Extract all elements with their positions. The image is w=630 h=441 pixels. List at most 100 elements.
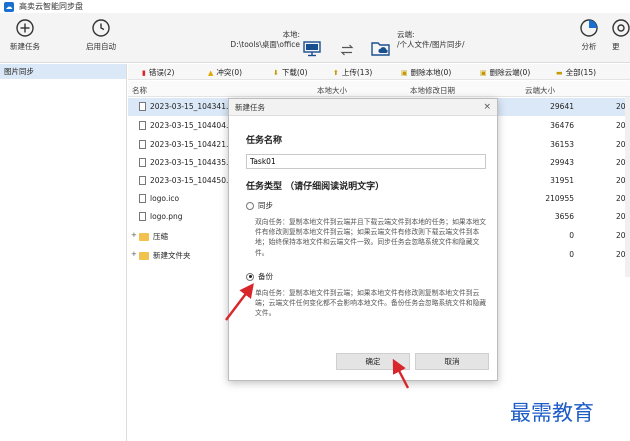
more-button[interactable]: 更 (612, 19, 630, 52)
filter-delete-local[interactable]: ▣ 删除本地(0) (401, 67, 451, 78)
row-name-text: logo.ico (150, 194, 180, 203)
filter-download-label: 下载(0) (281, 68, 308, 77)
column-header-local-date[interactable]: 本地修改日期 (410, 85, 455, 96)
file-icon (139, 121, 146, 130)
sync-description: 双向任务：复制本地文件到云端并且下载云端文件到本地的任务；如果本地文件有修改则复… (255, 218, 487, 257)
row-name: 2023-03-15_104421.p (139, 140, 233, 149)
folder-icon (139, 251, 149, 260)
row-name-text: 压缩 (153, 232, 168, 241)
download-icon: ⬇ (273, 68, 279, 77)
row-name: 2023-03-15_104404.p (139, 121, 233, 130)
row-cloud-size: 0 (569, 250, 574, 259)
clock-icon (92, 19, 110, 37)
row-name: 2023-03-15_104450.p (139, 176, 233, 185)
close-icon[interactable]: × (483, 102, 491, 112)
toolbar: 新建任务 启用自动 本地: D:\tools\桌面\office 云端: /个人… (0, 13, 630, 63)
file-icon (139, 194, 146, 203)
row-name: logo.png (139, 212, 183, 221)
ok-button[interactable]: 确定 (336, 353, 410, 370)
row-cloud-size: 36153 (550, 140, 574, 149)
column-header-local-size[interactable]: 本地大小 (317, 85, 347, 96)
cloud-folder-icon[interactable] (371, 40, 391, 58)
task-name-heading: 任务名称 (246, 136, 283, 146)
delete-local-icon: ▣ (401, 68, 408, 77)
auto-start-button[interactable]: 启用自动 (78, 19, 124, 52)
row-name-text: logo.png (150, 212, 183, 221)
column-header-cloud-size[interactable]: 云端大小 (525, 85, 555, 96)
upload-icon: ⬆ (333, 68, 339, 77)
sync-radio[interactable] (246, 201, 254, 210)
filter-error-label: 错误(2) (148, 68, 175, 77)
backup-radio[interactable] (246, 272, 254, 281)
file-icon (139, 158, 146, 167)
new-task-label: 新建任务 (10, 42, 40, 51)
row-cloud-size: 31951 (550, 176, 574, 185)
row-name-text: 2023-03-15_104435.p (150, 158, 234, 167)
expand-chevron-icon[interactable]: + (131, 250, 137, 258)
row-cloud-size: 210955 (545, 194, 574, 203)
row-cloud-size: 36476 (550, 121, 574, 130)
sidebar: 图片同步 (0, 64, 127, 441)
row-name-text: 2023-03-15_104450.p (150, 176, 234, 185)
file-icon (139, 212, 146, 221)
cloud-label: 云端: (397, 30, 415, 39)
sync-radio-label: 同步 (258, 201, 273, 210)
backup-radio-option[interactable]: 备份 (246, 271, 273, 282)
filter-upload-label: 上传(13) (341, 68, 373, 77)
filter-error[interactable]: ▮ 错误(2) (142, 67, 174, 78)
swap-arrows-icon (340, 44, 354, 56)
watermark-text: 最需教育 (510, 401, 594, 425)
new-task-button[interactable]: 新建任务 (2, 19, 48, 52)
dialog-title: 新建任务 (229, 99, 497, 116)
task-name-input[interactable] (246, 154, 486, 169)
row-name: 2023-03-15_104341.p (139, 102, 233, 111)
backup-radio-label: 备份 (258, 272, 273, 281)
sidebar-item-label: 图片同步 (4, 67, 34, 76)
new-task-dialog: 新建任务 × 任务名称 任务类型 （请仔细阅读说明文字） 同步 双向任务：复制本… (228, 98, 498, 381)
all-icon: ▬ (556, 68, 563, 77)
expand-chevron-icon[interactable]: + (131, 231, 137, 239)
filter-all-label: 全部(15) (565, 68, 597, 77)
row-cloud-size: 29641 (550, 102, 574, 111)
row-cloud-size: 0 (569, 231, 574, 240)
title-bar: ☁ 高卖云智能同步盘 (0, 0, 630, 13)
backup-description: 单向任务：复制本地文件到云端；如果本地文件有修改则复制本地文件到云端；云端文件任… (255, 289, 487, 318)
delete-cloud-icon: ▣ (480, 68, 487, 77)
filter-all[interactable]: ▬ 全部(15) (556, 67, 596, 78)
task-type-heading: 任务类型 （请仔细阅读说明文字） (246, 182, 385, 192)
computer-icon[interactable] (303, 41, 321, 57)
row-name-text: 新建文件夹 (153, 251, 191, 260)
filter-download[interactable]: ⬇ 下载(0) (273, 67, 308, 78)
cancel-button[interactable]: 取消 (415, 353, 489, 370)
filter-delete-cloud-label: 删除云端(0) (489, 68, 531, 77)
app-title: 高卖云智能同步盘 (19, 2, 83, 11)
app-logo-icon: ☁ (4, 1, 14, 12)
row-cloud-size: 3656 (554, 212, 574, 221)
filter-conflict[interactable]: ▲ 冲突(0) (208, 67, 242, 78)
vertical-scrollbar[interactable] (625, 97, 630, 277)
cloud-path: /个人文件/图片同步/ (397, 40, 465, 49)
row-name: 2023-03-15_104435.p (139, 158, 233, 167)
error-icon: ▮ (142, 68, 146, 77)
sidebar-item-image-sync[interactable]: 图片同步 (0, 64, 126, 79)
row-cloud-size: 29943 (550, 158, 574, 167)
filter-upload[interactable]: ⬆ 上传(13) (333, 67, 372, 78)
row-name-text: 2023-03-15_104421.p (150, 140, 234, 149)
row-name-text: 2023-03-15_104404.p (150, 121, 234, 130)
filter-delete-cloud[interactable]: ▣ 删除云端(0) (480, 67, 530, 78)
plus-circle-icon (16, 19, 34, 37)
folder-icon (139, 232, 149, 241)
auto-start-label: 启用自动 (86, 42, 116, 51)
warning-icon: ▲ (208, 68, 214, 77)
analyze-button[interactable]: 分析 (566, 19, 612, 52)
local-path: D:\tools\桌面\office (230, 40, 300, 49)
more-label: 更 (612, 42, 620, 51)
column-header-name[interactable]: 名称 (132, 85, 147, 96)
local-path-block: 本地: D:\tools\桌面\office (210, 30, 300, 50)
row-name: logo.ico (139, 194, 179, 203)
sync-radio-option[interactable]: 同步 (246, 200, 273, 211)
filter-bar: ▮ 错误(2) ▲ 冲突(0) ⬇ 下载(0) ⬆ 上传(13) ▣ 删除本地(… (128, 64, 630, 80)
filter-conflict-label: 冲突(0) (216, 68, 243, 77)
table-header: 名称 本地大小 本地修改日期 云端大小 (128, 81, 630, 97)
settings-icon (612, 19, 630, 37)
